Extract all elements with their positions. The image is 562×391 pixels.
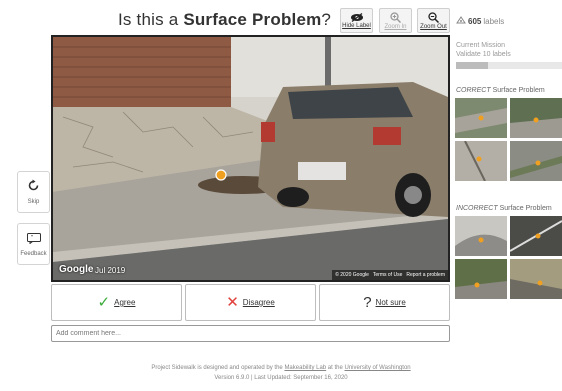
skip-button[interactable]: Skip (17, 171, 50, 213)
incorrect-em: INCORRECT (456, 205, 498, 212)
mission-progress-bar (456, 62, 562, 69)
footer-credits: Project Sidewalk is designed and operate… (0, 365, 562, 371)
feedback-text: Feedback (20, 251, 47, 257)
zoom-out-icon (428, 11, 439, 23)
title-suffix: ? (321, 10, 332, 29)
correct-rest: Surface Problem (490, 87, 545, 94)
panorama-attribution: © 2020 Google Terms of Use Report a prob… (332, 270, 448, 280)
comment-input[interactable] (51, 325, 450, 342)
street-view-panorama[interactable]: Google Jul 2019 © 2020 Google Terms of U… (51, 35, 450, 282)
not-sure-text: Not sure (375, 298, 406, 307)
makeability-lab-link[interactable]: Makeability Lab (284, 365, 326, 371)
title-label-type: Surface Problem (183, 10, 322, 29)
check-icon: ✓ (97, 294, 111, 311)
x-icon: ✕ (226, 294, 239, 311)
university-link[interactable]: University of Washington (345, 365, 411, 371)
correct-example-image (455, 98, 507, 138)
panorama-scene (53, 37, 448, 280)
incorrect-example-image (455, 216, 507, 256)
zoom-out-button[interactable]: Zoom Out (417, 8, 450, 33)
skip-icon (27, 179, 40, 197)
label-count: 605 labels (456, 16, 504, 26)
incorrect-example-image (455, 259, 507, 299)
zoom-out-text: Zoom Out (420, 23, 447, 30)
correct-examples-title: CORRECT Surface Problem (456, 87, 545, 94)
feedback-icon: " (26, 231, 41, 249)
disagree-text: Disagree (242, 298, 275, 307)
zoom-in-button[interactable]: Zoom In (379, 8, 412, 33)
correct-example-image (455, 141, 507, 181)
mission-title: Current Mission (456, 42, 506, 49)
title-prefix: Is this a (118, 10, 184, 29)
panorama-date: Jul 2019 (95, 266, 126, 275)
label-count-unit: labels (483, 16, 505, 26)
zoom-in-icon (390, 11, 401, 23)
mission-subtitle: Validate 10 labels (456, 51, 511, 58)
correct-example-image (510, 98, 562, 138)
feedback-button[interactable]: " Feedback (17, 223, 50, 265)
footer-text-b: at the (326, 365, 345, 371)
incorrect-examples-title: INCORRECT Surface Problem (456, 205, 552, 212)
report-problem-link[interactable]: Report a problem (406, 272, 445, 278)
agree-button[interactable]: ✓ Agree (51, 284, 182, 321)
incorrect-rest: Surface Problem (497, 205, 552, 212)
page-title: Is this a Surface Problem? (118, 10, 331, 30)
skip-text: Skip (27, 199, 40, 205)
label-icon (456, 16, 466, 26)
not-sure-button[interactable]: ? Not sure (319, 284, 450, 321)
incorrect-example-image (510, 259, 562, 299)
correct-example-image (510, 141, 562, 181)
svg-text:": " (31, 236, 33, 242)
incorrect-example-image (510, 216, 562, 256)
incorrect-examples-grid (455, 216, 562, 299)
eye-slash-icon (350, 12, 364, 22)
correct-em: CORRECT (456, 87, 491, 94)
mission-progress-fill (456, 62, 488, 69)
copyright-text: © 2020 Google (335, 272, 369, 278)
hide-label-button[interactable]: Hide Label (340, 8, 373, 33)
question-icon: ? (363, 294, 372, 311)
agree-text: Agree (114, 298, 136, 307)
footer-text-a: Project Sidewalk is designed and operate… (151, 365, 285, 371)
google-watermark: Google (59, 264, 94, 275)
zoom-in-text: Zoom In (384, 23, 407, 30)
hide-label-text: Hide Label (342, 22, 371, 29)
label-count-value: 605 (468, 16, 482, 26)
disagree-button[interactable]: ✕ Disagree (185, 284, 316, 321)
correct-examples-grid (455, 98, 562, 181)
terms-link[interactable]: Terms of Use (373, 272, 402, 278)
footer-version: Version 6.9.0 | Last Updated: September … (214, 375, 348, 381)
